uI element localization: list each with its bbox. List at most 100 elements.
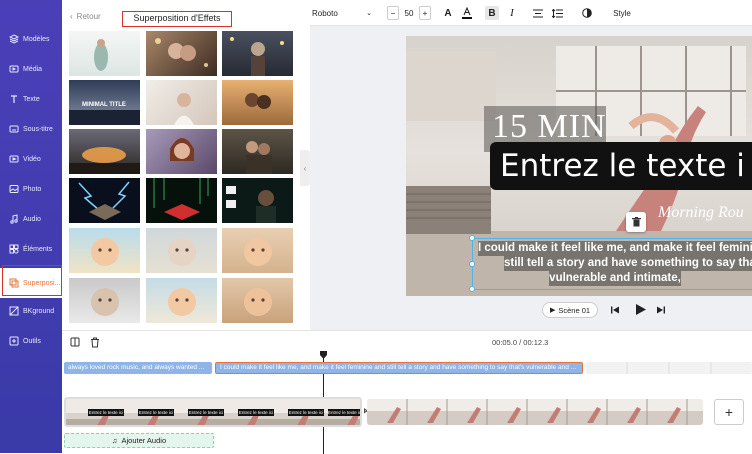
next-icon[interactable] bbox=[656, 305, 668, 316]
line-spacing-icon[interactable] bbox=[550, 6, 564, 20]
effect-thumbnail[interactable] bbox=[222, 80, 293, 125]
style-button[interactable]: Style bbox=[610, 6, 634, 20]
caption-track-empty bbox=[586, 362, 752, 374]
music-icon bbox=[8, 214, 19, 225]
sidebar-item-media[interactable]: Média bbox=[0, 54, 62, 84]
scene-selector[interactable]: ▶ Scène 01 bbox=[542, 302, 598, 318]
sidebar-item-label: BKground bbox=[23, 307, 55, 315]
sidebar-item-label: Photo bbox=[23, 185, 42, 193]
text-color-icon[interactable] bbox=[460, 6, 474, 20]
effect-thumbnail[interactable] bbox=[146, 178, 217, 223]
sidebar-item-label: Audio bbox=[23, 215, 41, 223]
minus-label: − bbox=[390, 8, 396, 18]
font-size-increase-button[interactable]: + bbox=[419, 6, 431, 20]
back-label: Retour bbox=[76, 12, 101, 21]
overlay-panel: ‹ Retour Superposition d'Effets MINIMAL … bbox=[62, 0, 300, 330]
add-audio-button[interactable]: ♫ Ajouter Audio bbox=[64, 433, 214, 448]
sidebar-item-elements[interactable]: Éléments bbox=[0, 234, 62, 264]
back-button[interactable]: ‹ Retour bbox=[70, 12, 101, 21]
effect-thumbnail[interactable] bbox=[146, 129, 217, 174]
bold-icon[interactable]: B bbox=[485, 6, 499, 20]
caption-clip-selected[interactable]: I could make it feel like me, and make i… bbox=[215, 362, 583, 374]
sidebar-item-texte[interactable]: Texte bbox=[0, 84, 62, 114]
play-button[interactable] bbox=[634, 303, 648, 317]
font-name: Roboto bbox=[312, 8, 338, 18]
effect-thumbnail[interactable] bbox=[222, 278, 293, 323]
chevron-left-icon: ‹ bbox=[303, 163, 307, 173]
plus-label: + bbox=[422, 8, 428, 18]
italic-icon[interactable]: I bbox=[506, 6, 518, 20]
effect-thumbnail[interactable] bbox=[69, 129, 140, 174]
opacity-icon[interactable] bbox=[580, 6, 594, 20]
effect-thumbnail[interactable] bbox=[146, 228, 217, 273]
sidebar-item-bkground[interactable]: BKground bbox=[0, 296, 62, 326]
effect-thumbnail[interactable] bbox=[69, 278, 140, 323]
highlight-outline bbox=[2, 265, 62, 296]
style-label: Style bbox=[613, 8, 631, 18]
sidebar-item-label: Vidéo bbox=[23, 155, 41, 163]
effect-thumbnail[interactable] bbox=[222, 228, 293, 273]
effect-thumbnail[interactable] bbox=[146, 278, 217, 323]
effect-thumbnail[interactable] bbox=[69, 178, 140, 223]
font-size-decrease-button[interactable]: − bbox=[387, 6, 399, 20]
sidebar-item-label: Modèles bbox=[23, 35, 50, 43]
previous-icon[interactable] bbox=[610, 305, 622, 316]
title-15min-text[interactable]: 15 MIN bbox=[492, 108, 607, 146]
scene-label: Scène 01 bbox=[558, 305, 591, 315]
video-clip[interactable] bbox=[367, 399, 703, 425]
resize-handle[interactable] bbox=[469, 286, 475, 292]
thumb-title-text: MINIMAL TITLE bbox=[82, 102, 126, 108]
morning-text[interactable]: Morning Rou bbox=[658, 204, 744, 222]
trash-icon[interactable] bbox=[626, 212, 646, 232]
sidebar-item-outils[interactable]: Outils bbox=[0, 326, 62, 356]
background-icon bbox=[8, 306, 19, 317]
layers-icon bbox=[8, 34, 19, 45]
add-audio-label: Ajouter Audio bbox=[121, 436, 167, 445]
text-toolbar: Roboto ⌄ − 50 + A B I Style bbox=[310, 0, 752, 26]
effect-thumbnail[interactable] bbox=[69, 228, 140, 273]
resize-handle[interactable] bbox=[469, 235, 475, 241]
caption-clip[interactable]: always loved rock music, and always want… bbox=[64, 362, 212, 374]
effect-thumbnail[interactable] bbox=[146, 80, 217, 125]
sidebar: Modèles Média Texte Sous-titre Vidéo Pho… bbox=[0, 0, 62, 453]
main-text[interactable]: Entrez le texte i bbox=[500, 148, 745, 184]
sidebar-item-video[interactable]: Vidéo bbox=[0, 144, 62, 174]
subtitle-icon bbox=[8, 124, 19, 135]
chevron-down-icon: ⌄ bbox=[366, 10, 372, 17]
subtitle-text[interactable]: I could make it feel like me, and make i… bbox=[478, 241, 752, 286]
subtitle-line: vulnerable and intimate, bbox=[549, 271, 681, 286]
sidebar-item-sous-titre[interactable]: Sous-titre bbox=[0, 114, 62, 144]
time-display: 00:05.0 / 00:12.3 bbox=[492, 338, 548, 347]
text-case-icon[interactable]: A bbox=[441, 6, 455, 20]
elements-icon bbox=[8, 244, 19, 255]
align-center-icon[interactable] bbox=[531, 6, 545, 20]
video-icon bbox=[8, 154, 19, 165]
tools-icon bbox=[8, 336, 19, 347]
resize-handle[interactable] bbox=[469, 261, 475, 267]
sidebar-item-label: Éléments bbox=[23, 245, 53, 253]
chevron-left-icon: ‹ bbox=[70, 12, 73, 21]
sidebar-item-photo[interactable]: Photo bbox=[0, 174, 62, 204]
collapse-panel-button[interactable]: ‹ bbox=[300, 150, 310, 186]
effect-thumbnail[interactable] bbox=[69, 31, 140, 76]
font-select[interactable]: Roboto ⌄ bbox=[312, 6, 372, 20]
effect-thumbnail[interactable] bbox=[146, 31, 217, 76]
font-size-input[interactable]: 50 bbox=[399, 6, 419, 20]
video-stage[interactable]: 15 MIN Entrez le texte i Morning Rou I c… bbox=[406, 36, 752, 296]
sidebar-item-audio[interactable]: Audio bbox=[0, 204, 62, 234]
sidebar-item-label: Texte bbox=[23, 95, 40, 103]
effect-thumbnail[interactable] bbox=[222, 178, 293, 223]
clip-text-label: Entrez le texte ici bbox=[328, 409, 362, 416]
split-icon[interactable] bbox=[70, 337, 82, 349]
trash-icon[interactable] bbox=[90, 337, 102, 349]
video-clip[interactable]: Entrez le texte ici Entrez le texte ici … bbox=[64, 397, 362, 427]
sidebar-item-modeles[interactable]: Modèles bbox=[0, 24, 62, 54]
clip-text-label: Entrez le texte ici bbox=[138, 409, 174, 416]
font-size-value: 50 bbox=[404, 8, 414, 18]
add-scene-button[interactable]: + bbox=[714, 399, 744, 425]
effect-thumbnail[interactable]: MINIMAL TITLE bbox=[69, 80, 140, 125]
text-icon bbox=[8, 94, 19, 105]
effect-thumbnail[interactable] bbox=[222, 31, 293, 76]
effect-thumbnail[interactable] bbox=[222, 129, 293, 174]
photo-icon bbox=[8, 184, 19, 195]
